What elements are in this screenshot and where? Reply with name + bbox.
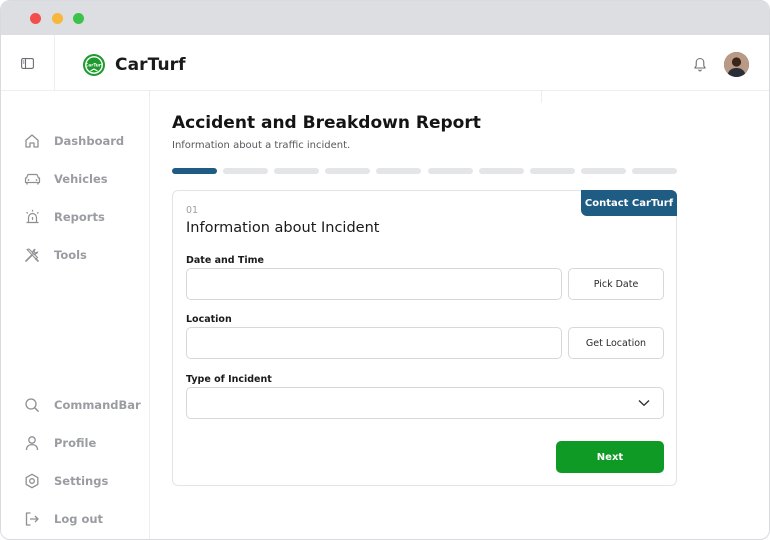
minimize-window-button[interactable] [52,13,63,24]
section-title: Information about Incident [186,220,380,236]
carturf-logo-icon: CarTurf [83,54,105,76]
contact-carturf-button[interactable]: Contact CarTurf [581,190,677,216]
sidebar-item-label: Vehicles [54,172,108,186]
progress-steps [172,168,677,174]
progress-step [325,168,371,174]
sidebar-toggle-button[interactable] [1,35,55,91]
sidebar-item-label: Reports [54,210,105,224]
sidebar: Dashboard Vehicles Reports Tools Command… [1,91,150,539]
notifications-bell-icon[interactable] [693,57,707,72]
sidebar-item-label: Settings [54,474,109,488]
app-brand-name: CarTurf [115,55,186,75]
sidebar-item-tools[interactable]: Tools [1,240,150,270]
get-location-button[interactable]: Get Location [568,327,664,359]
page-subtitle: Information about a traffic incident. [172,140,351,151]
location-input[interactable] [186,327,562,359]
sidebar-item-label: Tools [54,248,87,262]
incident-type-select[interactable] [186,387,664,419]
sidebar-toggle-icon [21,58,34,69]
user-avatar[interactable] [724,52,749,77]
sidebar-item-logout[interactable]: Log out [1,504,150,534]
header-divider [541,91,542,103]
progress-step [427,168,473,174]
progress-step [631,168,677,174]
app-window: CarTurf CarTurf Dashboard Vehicles Repor… [0,0,770,540]
progress-step [172,168,218,174]
siren-icon [23,208,41,226]
maximize-window-button[interactable] [73,13,84,24]
progress-step [580,168,626,174]
logout-icon [23,510,41,528]
page-title: Accident and Breakdown Report [172,113,481,133]
incident-type-label: Type of Incident [186,374,272,385]
progress-step [274,168,320,174]
chevron-down-icon [638,400,650,406]
window-titlebar [1,1,769,35]
progress-step [223,168,269,174]
sidebar-item-commandbar[interactable]: CommandBar [1,390,150,420]
sidebar-item-label: Dashboard [54,134,125,148]
sidebar-item-reports[interactable]: Reports [1,202,150,232]
svg-text:CarTurf: CarTurf [85,63,103,69]
sidebar-item-label: Log out [54,512,104,526]
sidebar-item-label: Profile [54,436,97,450]
date-time-label: Date and Time [186,255,264,266]
sidebar-item-profile[interactable]: Profile [1,428,150,458]
app-header: CarTurf CarTurf [1,35,769,103]
car-icon [23,170,41,188]
progress-step [529,168,575,174]
user-icon [23,434,41,452]
progress-step [478,168,524,174]
sidebar-item-label: CommandBar [54,398,141,412]
pick-date-button[interactable]: Pick Date [568,268,664,300]
tools-icon [23,246,41,264]
home-icon [23,132,41,150]
step-number: 01 [186,205,199,216]
hexagon-settings-icon [23,472,41,490]
search-icon [23,396,41,414]
location-label: Location [186,314,232,325]
date-time-input[interactable] [186,268,562,300]
close-window-button[interactable] [30,13,41,24]
sidebar-item-dashboard[interactable]: Dashboard [1,126,150,156]
sidebar-item-settings[interactable]: Settings [1,466,150,496]
sidebar-item-vehicles[interactable]: Vehicles [1,164,150,194]
next-button[interactable]: Next [556,441,664,473]
incident-form-card: Contact CarTurf 01 Information about Inc… [172,190,677,486]
progress-step [376,168,422,174]
